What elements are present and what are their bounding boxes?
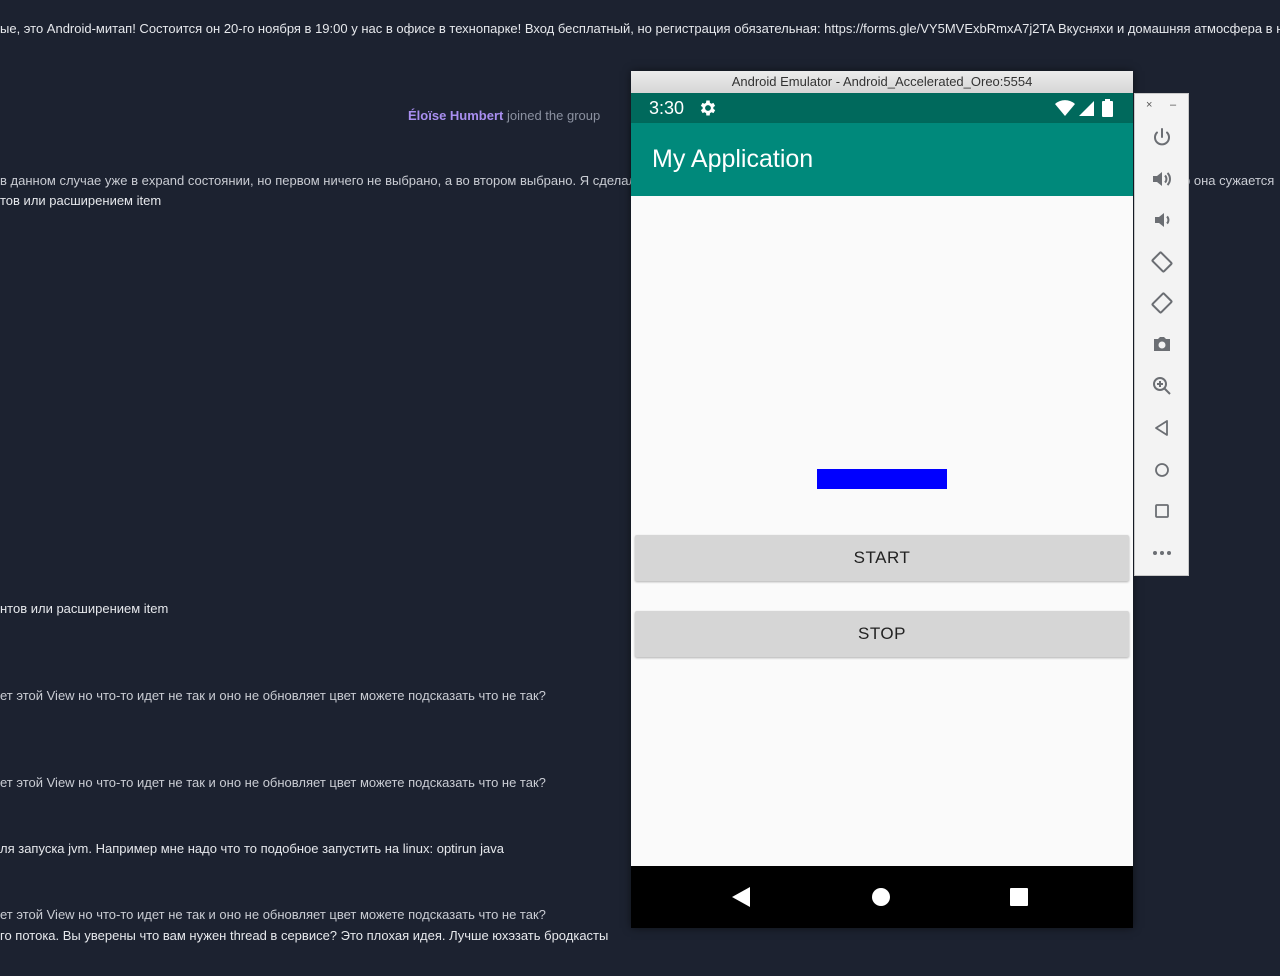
chat-message: тов или расширением item (0, 193, 162, 208)
app-content: START STOP (631, 196, 1133, 866)
rotate-right-icon[interactable] (1150, 291, 1174, 315)
home-icon[interactable] (1150, 458, 1174, 482)
emulator-titlebar[interactable]: Android Emulator - Android_Accelerated_O… (631, 71, 1133, 94)
toolbar-minimize-icon[interactable]: – (1170, 99, 1176, 111)
nav-back-icon[interactable] (732, 887, 752, 907)
chat-message: ля запуска jvm. Например мне надо что то… (0, 841, 504, 856)
nav-home-icon[interactable] (872, 888, 890, 906)
join-text: joined the group (503, 108, 601, 123)
emulator-window: Android Emulator - Android_Accelerated_O… (631, 71, 1133, 928)
app-title: My Application (652, 145, 814, 173)
signal-icon (1079, 101, 1094, 116)
wifi-icon (1055, 100, 1075, 116)
stop-button[interactable]: STOP (635, 611, 1129, 657)
status-bar: 3:30 (631, 93, 1133, 123)
power-icon[interactable] (1150, 126, 1174, 150)
gear-icon (700, 100, 716, 116)
chat-message: нтов или расширением item (0, 601, 169, 616)
chat-message-tail: р она сужается (1183, 173, 1275, 188)
battery-icon (1102, 99, 1113, 117)
back-icon[interactable] (1150, 416, 1174, 440)
overview-icon[interactable] (1150, 499, 1174, 523)
chat-message: ет этой View но что-то идет не так и оно… (0, 907, 546, 922)
chat-announcement: ые, это Android-митап! Состоится он 20-г… (0, 21, 1280, 36)
zoom-icon[interactable] (1150, 374, 1174, 398)
member-name[interactable]: Éloïse Humbert (408, 108, 503, 123)
chat-message: ет этой View но что-то идет не так и оно… (0, 688, 546, 703)
volume-down-icon[interactable] (1150, 208, 1174, 232)
toolbar-close-icon[interactable]: × (1146, 99, 1152, 111)
nav-recents-icon[interactable] (1010, 888, 1028, 906)
status-time: 3:30 (649, 98, 685, 118)
chat-message: в данном случае уже в expand состоянии, … (0, 173, 637, 188)
app-bar: My Application (631, 123, 1133, 196)
android-nav-bar (631, 866, 1133, 928)
camera-icon[interactable] (1150, 332, 1174, 356)
chat-message: ет этой View но что-то идет не так и оно… (0, 775, 546, 790)
blue-color-view (817, 469, 947, 489)
rotate-left-icon[interactable] (1150, 250, 1174, 274)
emulator-side-toolbar: × – (1134, 93, 1189, 576)
chat-message: го потока. Вы уверены что вам нужен thre… (0, 928, 609, 943)
volume-up-icon[interactable] (1150, 167, 1174, 191)
more-icon[interactable] (1150, 541, 1174, 565)
start-button[interactable]: START (635, 535, 1129, 581)
join-notice: Éloïse Humbert joined the group (408, 108, 600, 123)
